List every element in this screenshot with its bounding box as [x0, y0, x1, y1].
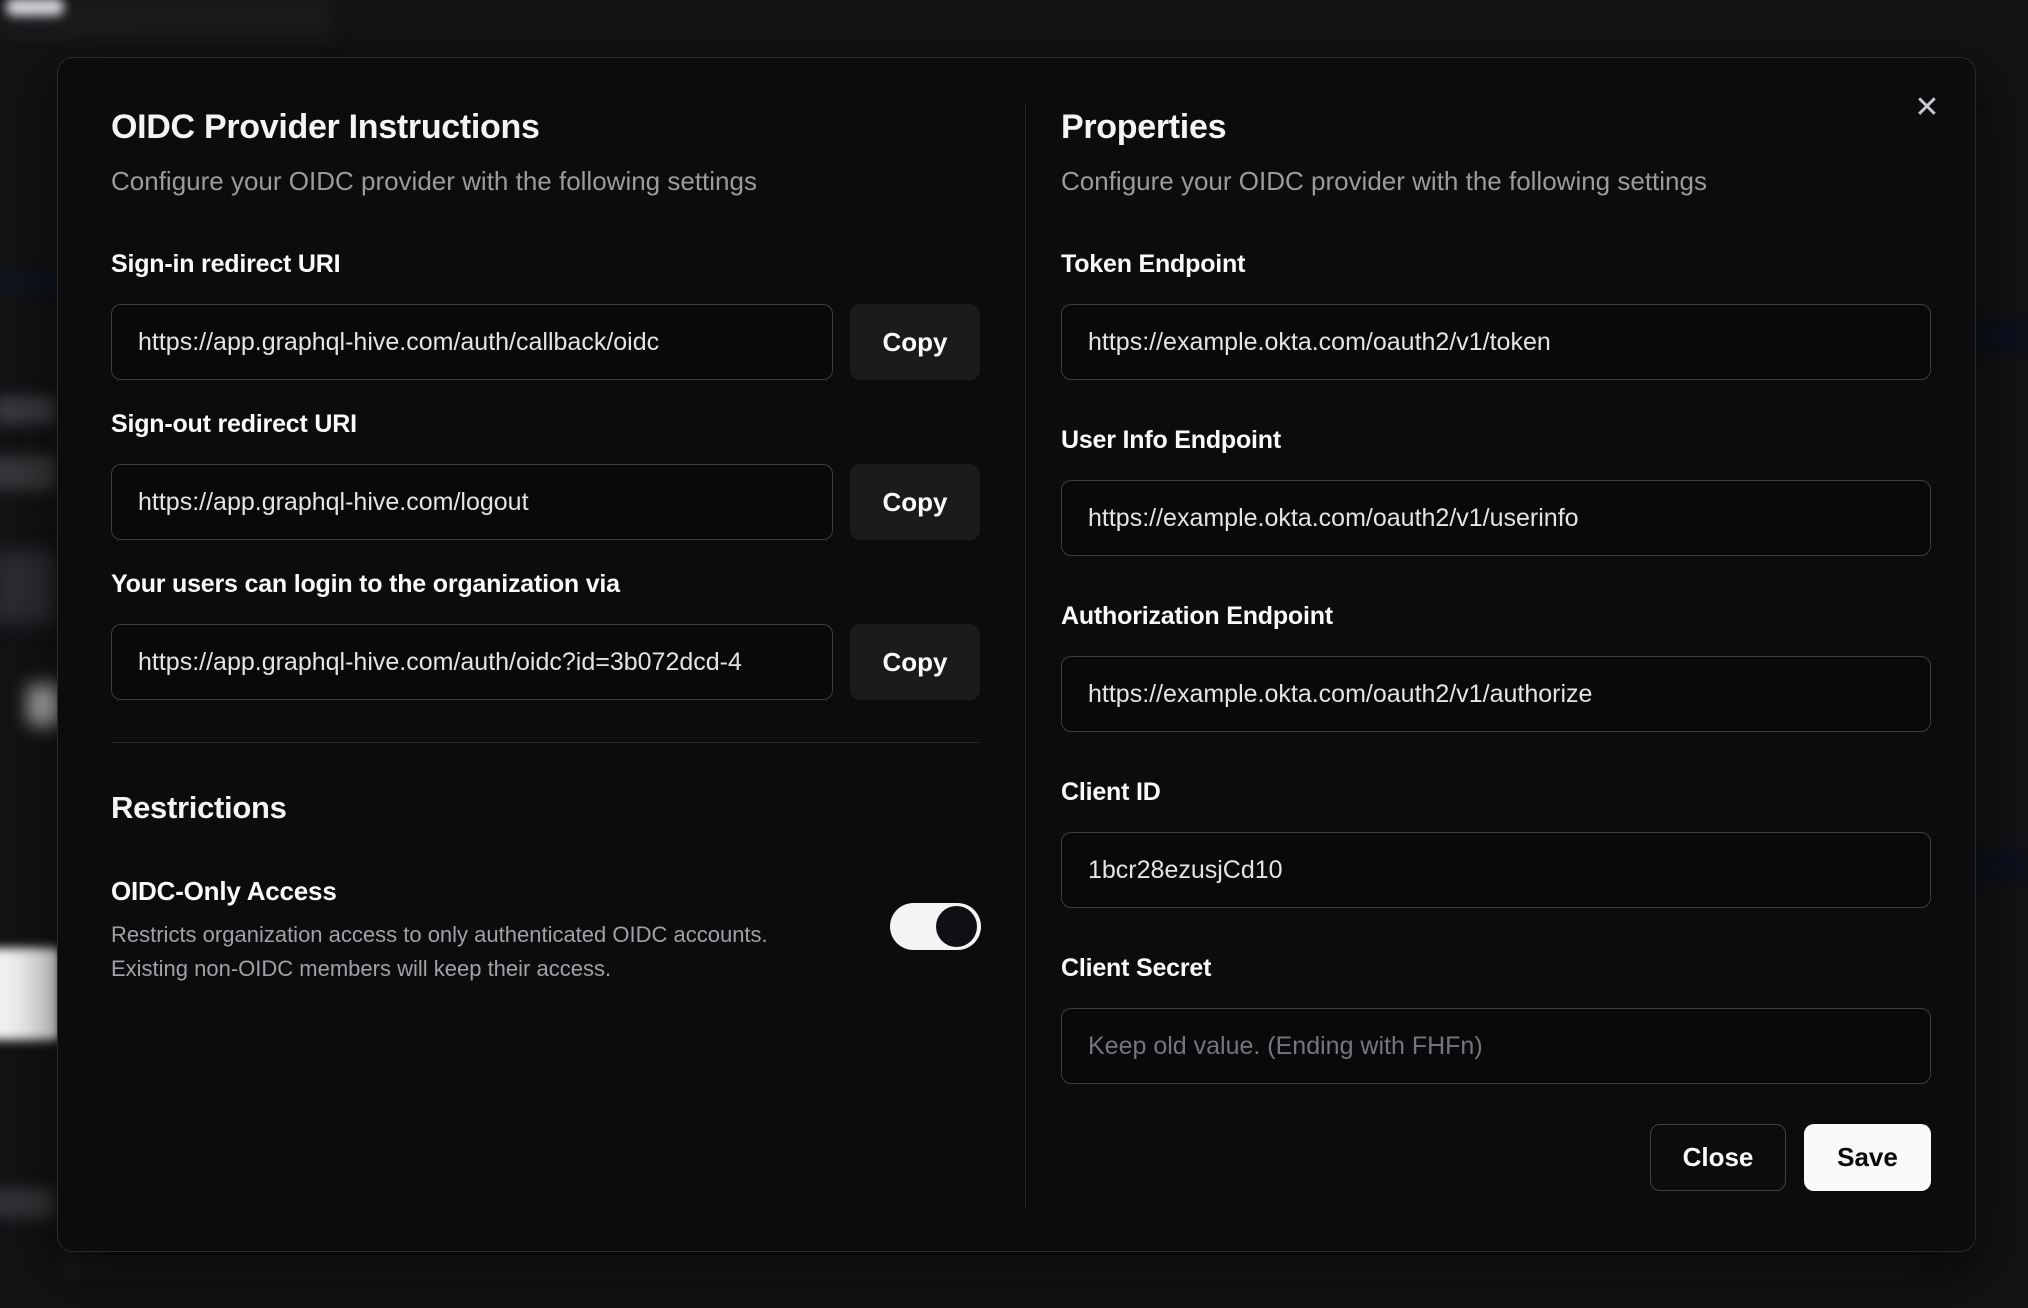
column-divider [1025, 103, 1026, 1208]
user-info-endpoint-row [1061, 480, 1931, 556]
background-text-blur-3 [0, 1188, 56, 1218]
oidc-settings-modal: ✕ OIDC Provider Instructions Configure y… [57, 57, 1976, 1252]
sign-out-redirect-uri-input[interactable] [111, 464, 833, 540]
authorization-endpoint-input[interactable] [1061, 656, 1931, 732]
background-logo-blur [6, 0, 64, 16]
instructions-title: OIDC Provider Instructions [111, 108, 540, 146]
oidc-only-access-label: OIDC-Only Access [111, 876, 337, 906]
background-band-right-bottom [1976, 850, 2028, 882]
save-button[interactable]: Save [1804, 1124, 1931, 1191]
sign-in-redirect-uri-row: Copy [111, 304, 981, 380]
modal-actions: Close Save [1061, 1124, 1931, 1191]
oidc-only-access-description: Restricts organization access to only au… [111, 918, 831, 986]
oidc-instructions-section: OIDC Provider Instructions Configure you… [111, 58, 981, 986]
organization-login-uri-label: Your users can login to the organization… [111, 570, 620, 598]
token-endpoint-input[interactable] [1061, 304, 1931, 380]
copy-sign-in-uri-button[interactable]: Copy [850, 304, 980, 380]
user-info-endpoint-label: User Info Endpoint [1061, 426, 1281, 454]
close-button[interactable]: Close [1650, 1124, 1786, 1191]
organization-login-uri-row: Copy [111, 624, 981, 700]
client-secret-label: Client Secret [1061, 954, 1212, 982]
client-id-label: Client ID [1061, 778, 1161, 806]
sign-out-redirect-uri-row: Copy [111, 464, 981, 540]
organization-login-uri-input[interactable] [111, 624, 833, 700]
background-white-button-blur [0, 948, 60, 1040]
user-info-endpoint-input[interactable] [1061, 480, 1931, 556]
oidc-only-access-row: OIDC-Only Access Restricts organization … [111, 875, 981, 986]
properties-subtitle: Configure your OIDC provider with the fo… [1061, 166, 1707, 196]
token-endpoint-label: Token Endpoint [1061, 250, 1246, 278]
sign-in-redirect-uri-label: Sign-in redirect URI [111, 250, 341, 278]
client-id-row [1061, 832, 1931, 908]
client-id-input[interactable] [1061, 832, 1931, 908]
background-text-blur-2 [0, 456, 58, 490]
description-line-1: Restricts organization access to only au… [111, 922, 768, 947]
background-band-right-top [1976, 320, 2028, 352]
section-divider [111, 742, 979, 743]
description-line-2: Existing non-OIDC members will keep thei… [111, 956, 612, 981]
copy-sign-out-uri-button[interactable]: Copy [850, 464, 980, 540]
copy-organization-login-uri-button[interactable]: Copy [850, 624, 980, 700]
sign-out-redirect-uri-label: Sign-out redirect URI [111, 410, 357, 438]
token-endpoint-row [1061, 304, 1931, 380]
instructions-subtitle: Configure your OIDC provider with the fo… [111, 166, 757, 196]
properties-section: Properties Configure your OIDC provider … [1061, 58, 1931, 1191]
oidc-only-access-toggle[interactable] [890, 903, 981, 950]
background-topbar-blur [0, 0, 332, 40]
sign-in-redirect-uri-input[interactable] [111, 304, 833, 380]
background-text-blur-1 [0, 396, 58, 424]
restrictions-title: Restrictions [111, 790, 287, 825]
client-secret-row [1061, 1008, 1931, 1084]
authorization-endpoint-row [1061, 656, 1931, 732]
background-band-left [0, 270, 58, 294]
properties-title: Properties [1061, 108, 1227, 146]
toggle-knob [936, 906, 977, 947]
authorization-endpoint-label: Authorization Endpoint [1061, 602, 1333, 630]
background-blob-blur [0, 550, 58, 624]
client-secret-input[interactable] [1061, 1008, 1931, 1084]
background-card-under-modal [57, 1254, 1919, 1278]
